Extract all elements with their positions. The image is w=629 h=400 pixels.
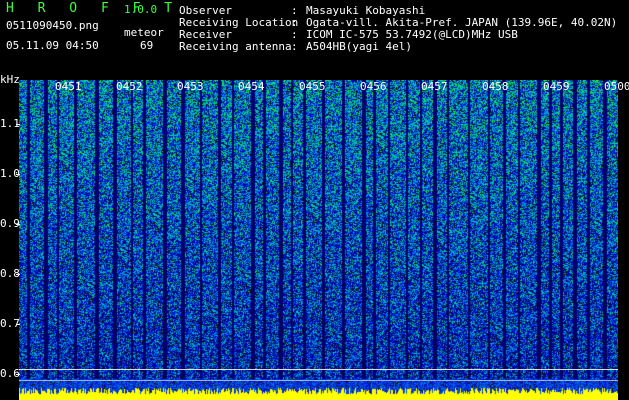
reference-line-upper — [19, 369, 618, 370]
y-tick-mark — [16, 274, 20, 275]
x-tick-label: 0456 — [360, 80, 387, 93]
y-tick-label: 1.0 — [0, 167, 20, 180]
y-axis-unit: kHz — [0, 73, 20, 86]
filename-label: 0511090450.png — [6, 19, 99, 32]
x-tick-label: 0453 — [177, 80, 204, 93]
y-tick-label: 0.7 — [0, 317, 20, 330]
x-tick-label: 0454 — [238, 80, 265, 93]
y-tick-label: 0.8 — [0, 267, 20, 280]
mode-label: meteor — [124, 26, 164, 39]
reference-line-lower — [19, 380, 618, 381]
y-tick-mark — [16, 224, 20, 225]
y-tick-label: 1.1 — [0, 117, 20, 130]
x-tick-label: 0459 — [543, 80, 570, 93]
x-tick-label: 0457 — [421, 80, 448, 93]
x-tick-label: 0452 — [116, 80, 143, 93]
antenna-label: Receiving antenna — [179, 40, 292, 53]
antenna-colon: : — [291, 40, 298, 53]
app-version: 1.0.0 — [124, 3, 158, 16]
meteor-count: 69 — [140, 39, 154, 52]
datetime-label: 05.11.09 04:50 — [6, 39, 99, 52]
antenna-value: A504HB(yagi 4el) — [306, 40, 412, 53]
x-tick-label: 0451 — [55, 80, 82, 93]
x-tick-label: 0455 — [299, 80, 326, 93]
y-tick-label: 0.9 — [0, 217, 20, 230]
y-tick-mark — [16, 324, 20, 325]
x-tick-label: 0500 — [604, 80, 629, 93]
y-tick-mark — [16, 124, 20, 125]
y-tick-label: 0.6 — [0, 367, 20, 380]
spectrogram — [19, 80, 618, 400]
y-tick-mark — [16, 374, 20, 375]
y-tick-mark — [16, 174, 20, 175]
x-tick-label: 0458 — [482, 80, 509, 93]
